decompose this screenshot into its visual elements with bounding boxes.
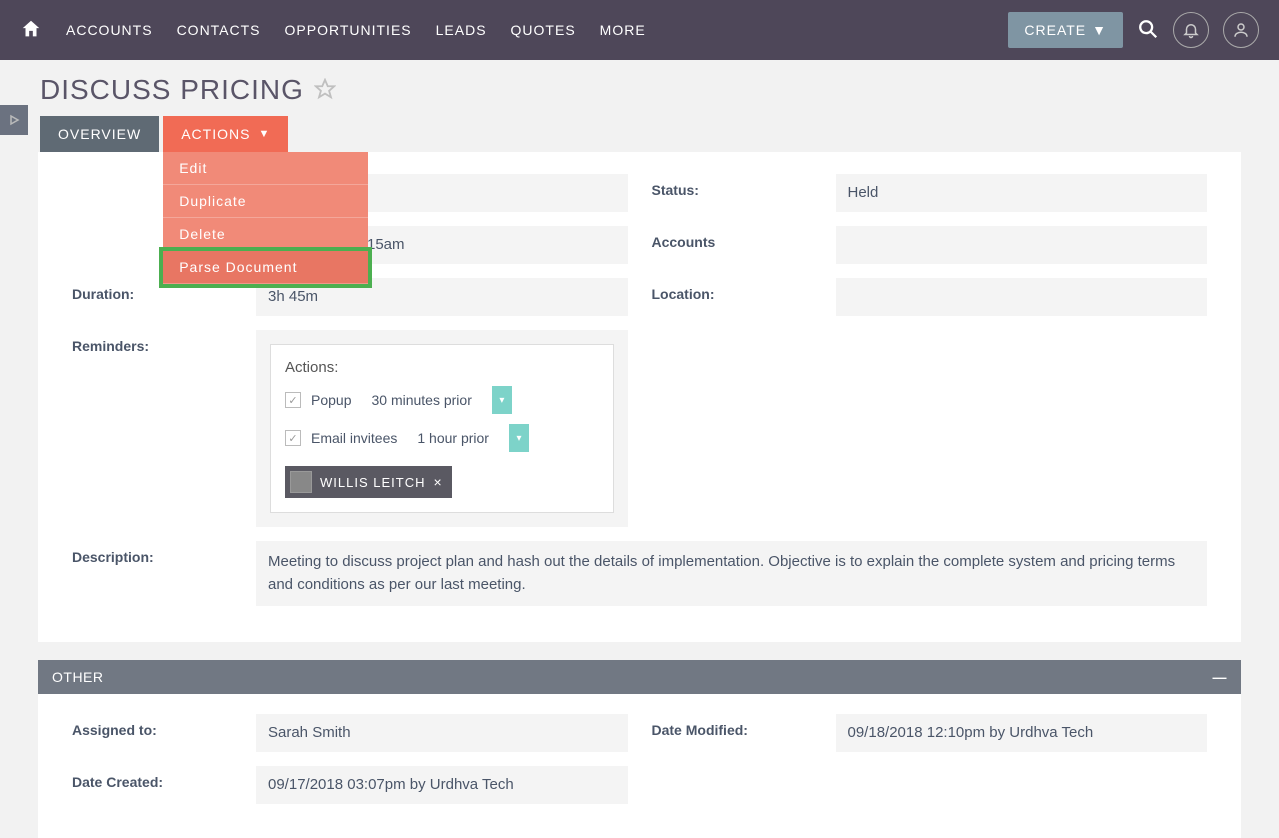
- assigned-label: Assigned to:: [72, 714, 256, 752]
- menu-delete[interactable]: Delete: [163, 218, 368, 251]
- create-button[interactable]: CREATE ▼: [1008, 12, 1123, 48]
- menu-parse-document[interactable]: Parse Document: [163, 251, 368, 284]
- menu-duplicate[interactable]: Duplicate: [163, 185, 368, 218]
- modified-label: Date Modified:: [652, 714, 836, 752]
- email-checkbox[interactable]: ✓: [285, 430, 301, 446]
- nav-quotes[interactable]: QUOTES: [511, 22, 576, 38]
- description-value: Meeting to discuss project plan and hash…: [256, 541, 1207, 606]
- nav-left: ACCOUNTS CONTACTS OPPORTUNITIES LEADS QU…: [20, 18, 646, 43]
- nav-contacts[interactable]: CONTACTS: [177, 22, 261, 38]
- tab-actions-label: ACTIONS: [181, 126, 250, 142]
- nav-accounts[interactable]: ACCOUNTS: [66, 22, 153, 38]
- avatar: [290, 471, 312, 493]
- side-toggle[interactable]: [0, 105, 28, 135]
- email-label: Email invitees: [311, 430, 397, 446]
- other-title: OTHER: [52, 669, 104, 685]
- tab-actions[interactable]: ACTIONS ▼ Edit Duplicate Delete Parse Do…: [163, 116, 288, 152]
- popup-label: Popup: [311, 392, 351, 408]
- reminders-actions-label: Actions:: [285, 359, 599, 376]
- tab-overview[interactable]: OVERVIEW: [40, 116, 159, 152]
- actions-dropdown: Edit Duplicate Delete Parse Document: [163, 152, 368, 284]
- home-icon[interactable]: [20, 18, 42, 43]
- popup-select[interactable]: 30 minutes prior: [361, 387, 481, 413]
- reminders-label: Reminders:: [72, 330, 256, 527]
- chevron-down-icon[interactable]: ▾: [492, 386, 512, 414]
- tabs: OVERVIEW ACTIONS ▼ Edit Duplicate Delete…: [40, 116, 1279, 152]
- user-icon[interactable]: [1223, 12, 1259, 48]
- search-icon[interactable]: [1137, 18, 1159, 43]
- chevron-down-icon[interactable]: ▾: [509, 424, 529, 452]
- accounts-value: [836, 226, 1208, 264]
- location-value: [836, 278, 1208, 316]
- status-label: Status:: [652, 174, 836, 212]
- accounts-label: Accounts: [652, 226, 836, 264]
- menu-edit[interactable]: Edit: [163, 152, 368, 185]
- invitee-chip[interactable]: WILLIS LEITCH ×: [285, 466, 452, 498]
- description-label: Description:: [72, 541, 256, 606]
- modified-value: 09/18/2018 12:10pm by Urdhva Tech: [836, 714, 1208, 752]
- other-panel-header[interactable]: OTHER —: [38, 660, 1241, 694]
- bell-icon[interactable]: [1173, 12, 1209, 48]
- create-label: CREATE: [1024, 22, 1086, 38]
- location-label: Location:: [652, 278, 836, 316]
- email-select[interactable]: 1 hour prior: [407, 425, 499, 451]
- star-icon[interactable]: [314, 78, 336, 103]
- collapse-icon[interactable]: —: [1213, 669, 1228, 685]
- top-nav: ACCOUNTS CONTACTS OPPORTUNITIES LEADS QU…: [0, 0, 1279, 60]
- nav-leads[interactable]: LEADS: [436, 22, 487, 38]
- reminders-box: Actions: ✓ Popup 30 minutes prior ▾ ✓ Em…: [256, 330, 628, 527]
- caret-down-icon: ▼: [1092, 22, 1107, 38]
- popup-checkbox[interactable]: ✓: [285, 392, 301, 408]
- nav-right: CREATE ▼: [1008, 12, 1259, 48]
- nav-opportunities[interactable]: OPPORTUNITIES: [285, 22, 412, 38]
- status-value: Held: [836, 174, 1208, 212]
- nav-more[interactable]: MORE: [600, 22, 646, 38]
- close-icon[interactable]: ×: [433, 474, 442, 490]
- assigned-value: Sarah Smith: [256, 714, 628, 752]
- invitee-name: WILLIS LEITCH: [320, 475, 425, 490]
- created-value: 09/17/2018 03:07pm by Urdhva Tech: [256, 766, 628, 804]
- other-panel-body: Assigned to: Sarah Smith Date Modified: …: [38, 694, 1241, 838]
- page-title: DISCUSS PRICING: [40, 74, 304, 106]
- caret-down-icon: ▼: [258, 128, 270, 140]
- created-label: Date Created:: [72, 766, 256, 804]
- page-header: DISCUSS PRICING: [0, 60, 1279, 116]
- reminders-inner: Actions: ✓ Popup 30 minutes prior ▾ ✓ Em…: [270, 344, 614, 513]
